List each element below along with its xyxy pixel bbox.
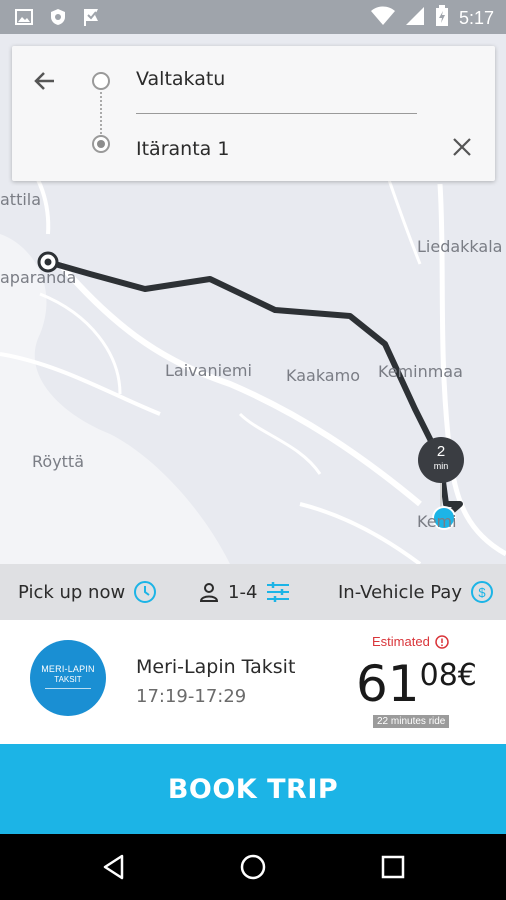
ride-duration-badge: 22 minutes ride	[373, 715, 450, 728]
company-name: Meri-Lapin Taksit	[136, 656, 296, 678]
origin-dot-icon	[92, 72, 110, 90]
taxi-offer[interactable]: MERI-LAPIN TAKSIT Meri-Lapin Taksit 17:1…	[0, 620, 506, 744]
estimated-label[interactable]: Estimated	[372, 634, 449, 649]
eta-unit: min	[433, 461, 449, 471]
company-logo: MERI-LAPIN TAKSIT	[30, 640, 106, 716]
signal-icon	[405, 6, 425, 31]
map-label: attila	[0, 190, 42, 209]
wifi-icon	[370, 6, 395, 31]
person-icon	[199, 583, 219, 602]
back-button[interactable]	[30, 66, 60, 96]
map-label: aparanda	[0, 268, 77, 287]
status-bar: 5:17	[0, 0, 506, 34]
checkmark-flag-icon	[82, 7, 104, 32]
pickup-time-option[interactable]: Pick up now	[18, 564, 157, 620]
nav-back-button[interactable]	[97, 850, 131, 884]
nav-recents-button[interactable]	[376, 850, 410, 884]
destination-field[interactable]: Itäranta 1	[136, 138, 229, 160]
destination-dot-icon	[92, 135, 110, 153]
nav-home-button[interactable]	[236, 850, 270, 884]
passengers-label: 1-4	[228, 581, 258, 603]
info-icon	[435, 634, 449, 649]
svg-text:$: $	[478, 585, 486, 600]
clock: 5:17	[458, 8, 494, 28]
map-label: Röyttä	[32, 452, 85, 471]
eta-value: 2	[436, 443, 446, 460]
trip-options-bar: Pick up now 1-4 In-Vehicle Pay $	[0, 564, 506, 620]
clock-icon	[134, 581, 157, 603]
square-recents-icon	[381, 855, 405, 879]
payment-option[interactable]: In-Vehicle Pay $	[338, 564, 494, 620]
sliders-icon	[267, 582, 290, 602]
image-icon	[14, 7, 34, 32]
passengers-option[interactable]: 1-4	[198, 564, 291, 620]
arrow-left-icon	[34, 72, 54, 90]
map-label: Laivaniemi	[165, 361, 252, 380]
map-label: Kaakamo	[286, 366, 360, 385]
shield-icon	[48, 7, 68, 32]
pickup-label: Pick up now	[18, 581, 126, 603]
map-label: Liedakkala	[417, 237, 503, 256]
route-search-card: Valtakatu Itäranta 1	[12, 46, 495, 181]
battery-charging-icon	[435, 5, 449, 32]
clear-destination-button[interactable]	[447, 132, 477, 162]
close-icon	[453, 138, 471, 156]
price: 6108€	[356, 656, 477, 712]
field-divider	[136, 113, 417, 114]
pickup-window: 17:19-17:29	[136, 686, 247, 707]
map-label: Kemi	[417, 512, 457, 531]
system-nav-bar	[0, 834, 506, 900]
dollar-coin-icon: $	[470, 581, 493, 603]
route-connector	[100, 92, 102, 134]
triangle-back-icon	[103, 854, 124, 880]
map-label: Keminmaa	[378, 362, 463, 381]
origin-field[interactable]: Valtakatu	[136, 68, 225, 90]
payment-label: In-Vehicle Pay	[338, 581, 462, 603]
book-trip-button[interactable]: BOOK TRIP	[0, 744, 506, 834]
eta-bubble: 2 min	[418, 437, 464, 483]
price-cents: 08€	[419, 658, 477, 693]
circle-home-icon	[240, 854, 266, 880]
price-integer: 61	[356, 655, 420, 713]
